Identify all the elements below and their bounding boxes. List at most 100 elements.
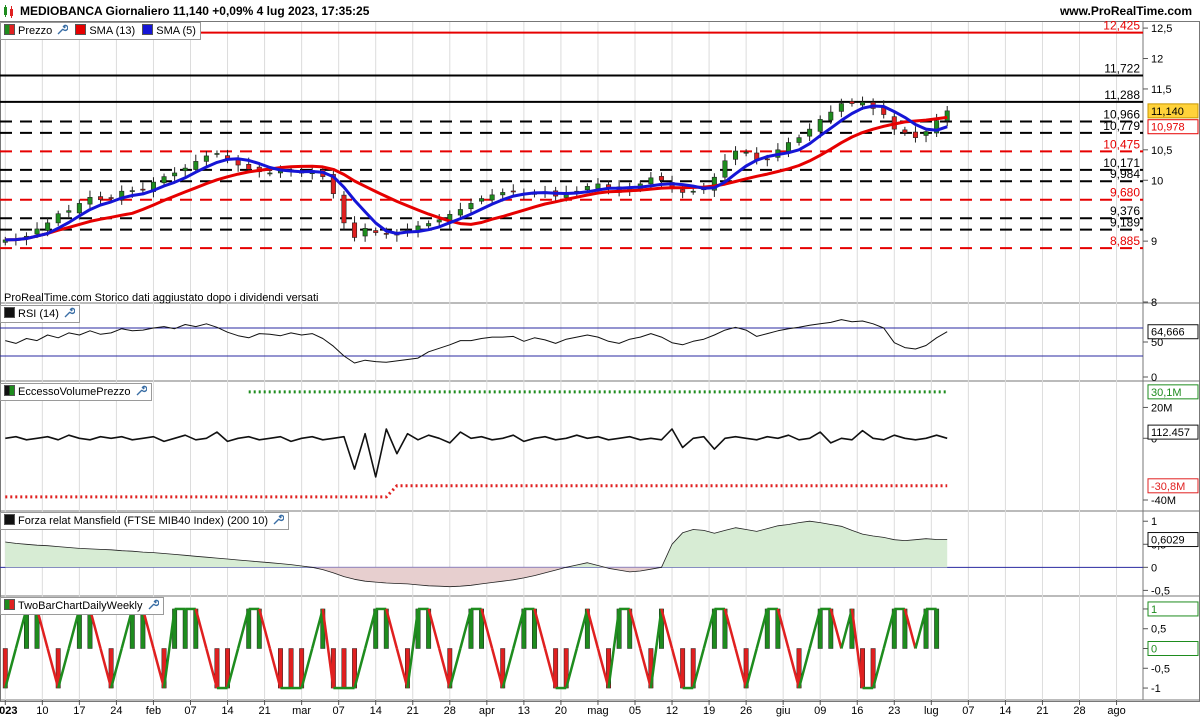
candle-body xyxy=(108,197,114,199)
evp-upper-badge: 30,1M xyxy=(1151,387,1182,399)
mansfield-legend-label: Forza relat Mansfield (FTSE MIB40 Index)… xyxy=(18,515,269,527)
mansfield-badge: 0,6029 xyxy=(1151,535,1185,547)
candle-body xyxy=(203,155,209,162)
candle-body xyxy=(140,188,146,191)
candle-body xyxy=(489,194,495,201)
candle-body xyxy=(785,142,791,152)
evp-legend[interactable]: EccessoVolumePrezzo xyxy=(0,383,152,401)
x-tick-label: 14 xyxy=(221,705,233,717)
rsi-legend[interactable]: RSI (14) xyxy=(0,305,80,323)
candle-body xyxy=(722,160,728,178)
x-tick-label: 28 xyxy=(444,705,456,717)
x-tick-label: 07 xyxy=(184,705,196,717)
candle-body xyxy=(426,223,432,227)
candle-body xyxy=(182,167,188,172)
candle-body xyxy=(912,131,918,138)
sma13-legend-label: SMA (13) xyxy=(89,25,136,37)
candle-body xyxy=(76,203,82,214)
candle-body xyxy=(457,209,463,216)
sma13-badge: 10,978 xyxy=(1151,122,1185,134)
candle-body xyxy=(87,197,93,205)
twobar-legend-label: TwoBarChartDailyWeekly xyxy=(18,600,143,612)
price-y-tick-label: 10 xyxy=(1151,175,1163,187)
candle-body xyxy=(161,176,167,184)
level-label: 10,779 xyxy=(1103,119,1140,133)
candle-body xyxy=(34,228,40,235)
candle-body xyxy=(648,177,654,185)
candle-body xyxy=(362,228,368,237)
mansfield-legend[interactable]: Forza relat Mansfield (FTSE MIB40 Index)… xyxy=(0,512,290,530)
twobar-bar xyxy=(182,608,188,649)
x-tick-label: 12 xyxy=(666,705,678,717)
x-tick-label: 14 xyxy=(999,705,1011,717)
twobar-y-tick-label: -1 xyxy=(1151,683,1161,695)
candle-body xyxy=(98,196,104,201)
candle-body xyxy=(55,213,61,224)
x-tick-label: lug xyxy=(924,705,939,717)
outer-frame xyxy=(0,21,1200,702)
x-tick-label: 23 xyxy=(888,705,900,717)
candle-body xyxy=(45,222,51,231)
price-legend[interactable]: Prezzo SMA (13) SMA (5) xyxy=(0,22,201,40)
candle-body xyxy=(690,190,696,193)
sma5-legend-label: SMA (5) xyxy=(156,25,196,37)
twobar-last-badge: 1 xyxy=(1151,604,1157,616)
twobar-bar xyxy=(288,648,294,689)
twobar-zero-badge: 0 xyxy=(1151,644,1157,656)
candle-body xyxy=(807,128,813,137)
price-y-tick-label: 12,5 xyxy=(1151,23,1172,35)
candle-body xyxy=(658,176,664,181)
price-y-tick-label: 9 xyxy=(1151,236,1157,248)
evp-y-tick-label: -40M xyxy=(1151,495,1176,507)
candle-body xyxy=(944,110,950,121)
twobar-legend[interactable]: TwoBarChartDailyWeekly xyxy=(0,597,164,615)
x-tick-label: 21 xyxy=(407,705,419,717)
x-tick-label: 19 xyxy=(703,705,715,717)
candle-body xyxy=(902,129,908,134)
twobar-bar xyxy=(341,648,347,689)
level-label: 9,984 xyxy=(1110,167,1140,181)
candle-body xyxy=(383,233,389,235)
x-tick-label: mag xyxy=(587,705,608,717)
wrench-icon[interactable] xyxy=(135,385,147,397)
evp-lower-band xyxy=(5,484,948,499)
candle-body xyxy=(172,172,178,177)
sma5-swatch-icon xyxy=(142,24,154,35)
evp-swatch-icon xyxy=(4,385,15,396)
site-link[interactable]: www.ProRealTime.com xyxy=(1060,0,1192,22)
x-tick-label: mar xyxy=(292,705,311,717)
candle-body xyxy=(796,137,802,143)
x-tick-label: 21 xyxy=(1036,705,1048,717)
candle-body xyxy=(584,186,590,191)
price-swatch-icon xyxy=(4,24,15,35)
mansfield-y-tick-label: -0,5 xyxy=(1151,585,1170,597)
twobar-y-tick-label: -0,5 xyxy=(1151,663,1170,675)
candle-body xyxy=(214,153,220,155)
candle-body xyxy=(66,210,72,213)
x-tick-label: 28 xyxy=(1073,705,1085,717)
candle-body xyxy=(733,150,739,160)
evp-last-badge: 112.457 xyxy=(1151,427,1190,439)
candle-body xyxy=(817,119,823,132)
x-tick-label: 07 xyxy=(333,705,345,717)
x-tick-label: giu xyxy=(776,705,791,717)
level-label: 9,189 xyxy=(1110,216,1140,230)
wrench-icon[interactable] xyxy=(147,599,159,611)
candle-body xyxy=(246,164,252,170)
data-note: ProRealTime.com Storico dati aggiustato … xyxy=(4,292,319,304)
price-y-tick-label: 12 xyxy=(1151,54,1163,66)
x-tick-label: 17 xyxy=(73,705,85,717)
x-tick-label: 05 xyxy=(629,705,641,717)
wrench-icon[interactable] xyxy=(272,514,285,526)
rsi-badge: 64,666 xyxy=(1151,327,1185,339)
price-legend-label: Prezzo xyxy=(18,25,53,37)
sma5-line xyxy=(5,104,948,242)
sma13-swatch-icon xyxy=(75,24,87,35)
wrench-icon[interactable] xyxy=(63,307,75,319)
wrench-icon[interactable] xyxy=(56,24,69,36)
mansfield-y-tick-label: 1 xyxy=(1151,516,1157,528)
level-label: 9,680 xyxy=(1110,186,1140,200)
level-label: 10,475 xyxy=(1103,137,1140,151)
x-tick-label: 14 xyxy=(370,705,382,717)
price-y-tick-label: 8 xyxy=(1151,297,1157,309)
